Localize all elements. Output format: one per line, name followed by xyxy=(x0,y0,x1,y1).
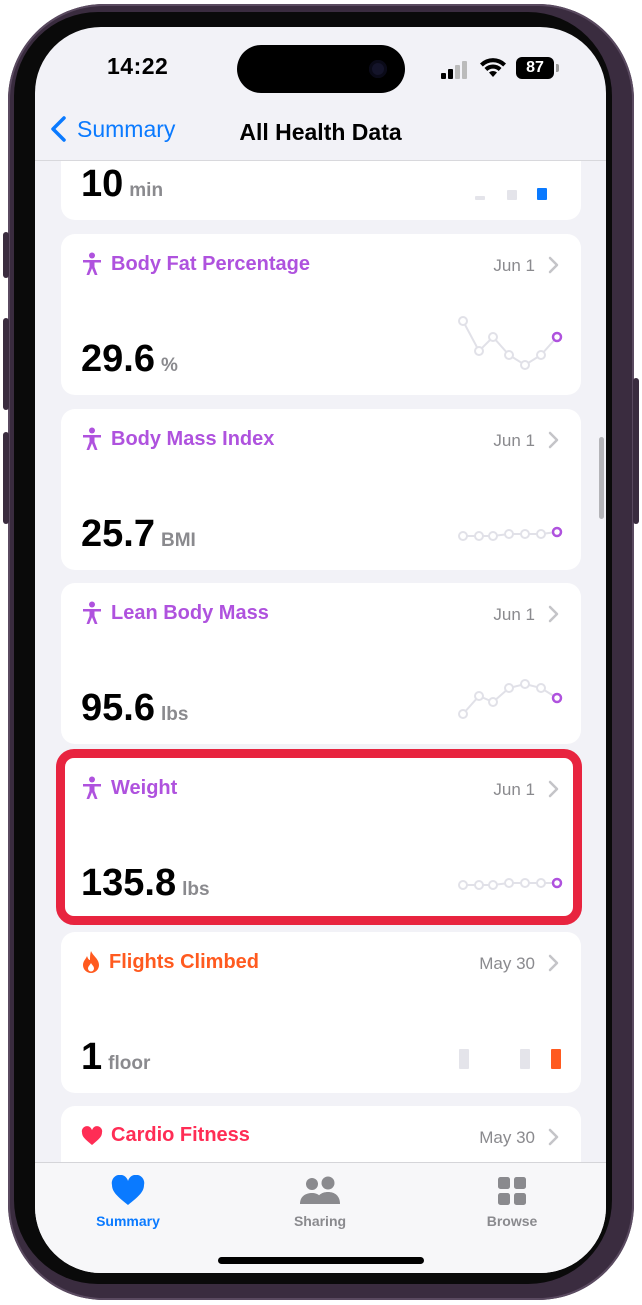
heart-icon xyxy=(111,1175,145,1205)
cellular-signal-icon xyxy=(441,61,471,79)
list-item-bmi[interactable]: Body Mass Index Jun 1 25.7 BMI xyxy=(61,409,581,570)
tab-summary[interactable]: Summary xyxy=(68,1175,188,1229)
card-value: 95.6 lbs xyxy=(81,687,188,730)
chevron-right-icon xyxy=(548,954,559,972)
card-title-label: Lean Body Mass xyxy=(111,601,269,624)
card-title-label: Body Mass Index xyxy=(111,427,275,450)
card-date: Jun 1 xyxy=(493,605,535,624)
card-title: Cardio Fitness xyxy=(81,1124,250,1147)
value-number: 1 xyxy=(81,1036,103,1078)
list-item-body-fat[interactable]: Body Fat Percentage Jun 1 29.6 % xyxy=(61,234,581,395)
screen: 14:22 87 Summary All Health Data 10 min xyxy=(35,27,606,1273)
value-number: 95.6 xyxy=(81,687,155,729)
tab-label: Browse xyxy=(486,1213,538,1229)
mini-bar-chart xyxy=(459,1049,561,1069)
battery-indicator: 87 xyxy=(516,57,554,79)
value-unit: BMI xyxy=(160,530,196,551)
value-number: 29.6 xyxy=(81,338,155,380)
action-button xyxy=(3,232,9,278)
person-figure-icon xyxy=(83,601,101,624)
person-figure-icon xyxy=(83,252,101,275)
chevron-right-icon xyxy=(548,431,559,449)
chevron-right-icon xyxy=(548,256,559,274)
card-date: May 30 xyxy=(479,1128,535,1147)
card-title-label: Body Fat Percentage xyxy=(111,252,310,275)
card-title: Lean Body Mass xyxy=(81,601,269,625)
volume-down-button xyxy=(3,432,9,524)
person-figure-icon xyxy=(83,427,101,450)
grid-icon xyxy=(498,1177,526,1205)
chevron-right-icon xyxy=(548,605,559,623)
highlight-outline xyxy=(56,749,582,925)
status-time: 14:22 xyxy=(107,53,169,79)
card-title: Body Mass Index xyxy=(81,427,274,451)
value-unit: lbs xyxy=(160,704,189,725)
value-unit: floor xyxy=(108,1053,151,1074)
tab-sharing[interactable]: Sharing xyxy=(260,1175,380,1229)
flame-icon xyxy=(83,951,99,973)
mini-bar-chart xyxy=(475,188,547,200)
value-number: 25.7 xyxy=(81,513,155,555)
battery-tip xyxy=(556,64,559,72)
chevron-right-icon xyxy=(548,1128,559,1146)
value-number: 10 xyxy=(81,163,124,205)
tab-label: Sharing xyxy=(293,1213,347,1229)
value-unit: % xyxy=(160,355,178,376)
card-title: Flights Climbed xyxy=(81,950,259,974)
power-button xyxy=(633,378,639,524)
list-item-flights-climbed[interactable]: Flights Climbed May 30 1 floor xyxy=(61,932,581,1093)
tab-browse[interactable]: Browse xyxy=(452,1175,572,1229)
sparkline-chart xyxy=(458,679,563,719)
card-title-label: Flights Climbed xyxy=(109,950,259,973)
card-date: Jun 1 xyxy=(493,256,535,275)
card-date: Jun 1 xyxy=(493,431,535,450)
dynamic-island xyxy=(237,45,405,93)
navigation-bar: Summary All Health Data xyxy=(35,103,606,161)
card-title: Body Fat Percentage xyxy=(81,252,310,276)
card-value: 29.6 % xyxy=(81,338,178,381)
page-title: All Health Data xyxy=(239,119,402,145)
tab-label: Summary xyxy=(96,1213,160,1229)
wifi-icon xyxy=(480,58,506,77)
list-item-lean-body-mass[interactable]: Lean Body Mass Jun 1 95.6 lbs xyxy=(61,583,581,744)
camera-icon xyxy=(369,60,387,78)
sparkline-chart xyxy=(458,526,563,541)
card-title-label: Cardio Fitness xyxy=(111,1124,250,1146)
card-value: 1 floor xyxy=(81,1036,150,1079)
card-date: May 30 xyxy=(479,954,535,973)
home-indicator[interactable] xyxy=(218,1257,424,1264)
sparkline-chart xyxy=(458,316,563,370)
value-unit: min xyxy=(129,180,164,201)
heart-icon xyxy=(81,1125,103,1145)
card-value: 25.7 BMI xyxy=(81,513,196,556)
scrollbar[interactable] xyxy=(599,437,604,519)
card-value: 10 min xyxy=(81,163,163,206)
people-icon xyxy=(300,1176,340,1204)
volume-up-button xyxy=(3,318,9,410)
